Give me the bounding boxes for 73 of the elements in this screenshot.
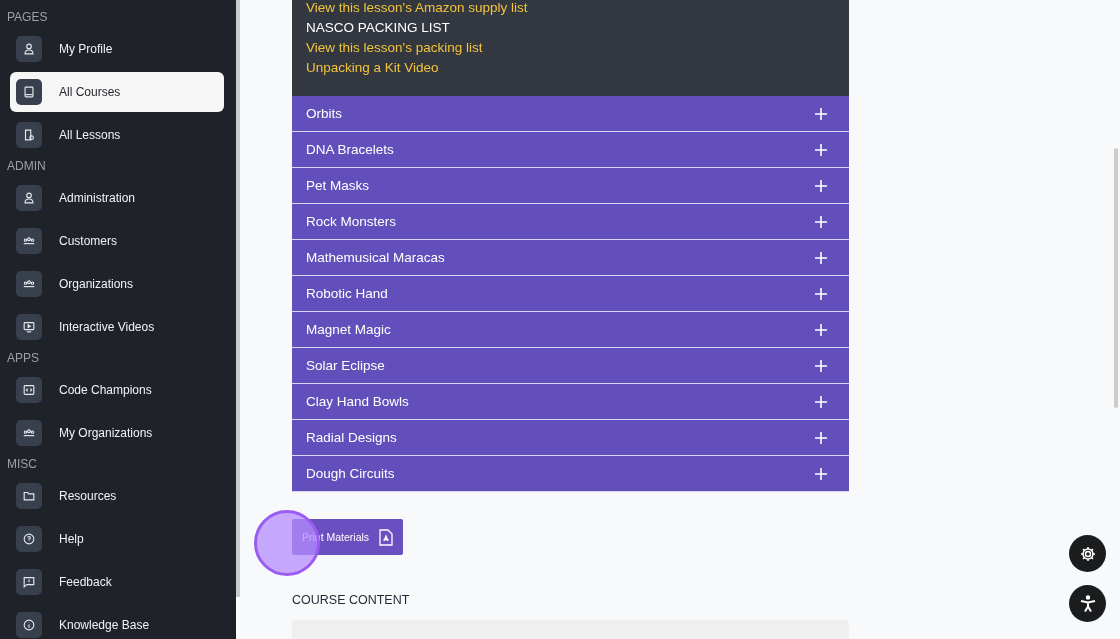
lesson-accordion[interactable]: Orbits: [292, 96, 849, 132]
lesson-title: Magnet Magic: [306, 322, 391, 337]
scrollbar[interactable]: [236, 0, 240, 597]
plus-icon: [815, 179, 827, 192]
folder-icon: [16, 483, 42, 509]
book-icon: [16, 79, 42, 105]
sidebar-section-title: PAGES: [7, 9, 49, 26]
materials-link[interactable]: View this lesson's packing list: [306, 38, 835, 58]
sidebar-item[interactable]: All Courses: [10, 72, 224, 112]
scrollbar[interactable]: [1114, 148, 1118, 408]
sidebar-item[interactable]: All Lessons: [10, 115, 224, 155]
lesson-accordion[interactable]: Mathemusical Maracas: [292, 240, 849, 276]
sidebar-section-title: APPS: [7, 350, 40, 367]
lesson-title: Mathemusical Maracas: [306, 250, 445, 265]
lesson-accordion[interactable]: DNA Bracelets: [292, 132, 849, 168]
sidebar-item[interactable]: Interactive Videos: [10, 307, 224, 347]
video-icon: [16, 314, 42, 340]
feedback-icon: [16, 569, 42, 595]
lesson-accordion[interactable]: Solar Eclipse: [292, 348, 849, 384]
sidebar-item[interactable]: Administration: [10, 178, 224, 218]
code-icon: [16, 377, 42, 403]
sidebar-item[interactable]: Knowledge Base: [10, 605, 224, 639]
lesson-title: DNA Bracelets: [306, 142, 394, 157]
lesson-title: Rock Monsters: [306, 214, 397, 229]
sidebar-item[interactable]: Help: [10, 519, 224, 559]
sidebar-item[interactable]: My Profile: [10, 29, 224, 69]
lesson-title: Solar Eclipse: [306, 358, 385, 373]
lesson-accordion[interactable]: Clay Hand Bowls: [292, 384, 849, 420]
group-icon: [16, 420, 42, 446]
lesson-title: Radial Designs: [306, 430, 397, 445]
plus-icon: [815, 107, 827, 120]
plus-icon: [815, 395, 827, 408]
pdf-file-icon: [379, 528, 394, 546]
sidebar-item[interactable]: Code Champions: [10, 370, 224, 410]
settings-button[interactable]: [1069, 535, 1106, 572]
sidebar-item[interactable]: Feedback: [10, 562, 224, 602]
lesson-title: Pet Masks: [306, 178, 370, 193]
lesson-accordion[interactable]: Dough Circuits: [292, 456, 849, 492]
plus-icon: [815, 467, 827, 480]
plus-icon: [815, 323, 827, 336]
sidebar-item[interactable]: Customers: [10, 221, 224, 261]
plus-icon: [815, 215, 827, 228]
plus-icon: [815, 359, 827, 372]
sidebar-section-title: MISC: [7, 456, 38, 473]
info-icon: [16, 612, 42, 638]
plus-icon: [815, 287, 827, 300]
materials-link[interactable]: Unpacking a Kit Video: [306, 58, 835, 78]
plus-icon: [815, 251, 827, 264]
lesson-accordion[interactable]: Pet Masks: [292, 168, 849, 204]
lesson-icon: [16, 122, 42, 148]
plus-icon: [815, 143, 827, 156]
person-icon: [16, 185, 42, 211]
lesson-accordion[interactable]: Robotic Hand: [292, 276, 849, 312]
lesson-accordion[interactable]: Radial Designs: [292, 420, 849, 456]
lesson-accordion[interactable]: Rock Monsters: [292, 204, 849, 240]
lesson-title: Orbits: [306, 106, 342, 121]
lesson-title: Clay Hand Bowls: [306, 394, 409, 409]
sidebar-item[interactable]: My Organizations: [10, 413, 224, 453]
section-heading: COURSE CONTENT: [292, 593, 411, 607]
person-icon: [16, 36, 42, 62]
materials-heading: NASCO PACKING LIST: [306, 19, 451, 37]
accessibility-button[interactable]: [1069, 585, 1106, 622]
group-icon: [16, 271, 42, 297]
lesson-accordion[interactable]: Magnet Magic: [292, 312, 849, 348]
lesson-title: Robotic Hand: [306, 286, 388, 301]
lesson-title: Dough Circuits: [306, 466, 395, 481]
sidebar-item[interactable]: Organizations: [10, 264, 224, 304]
sidebar-section-title: ADMIN: [7, 158, 47, 175]
materials-link[interactable]: View this lesson's Amazon supply list: [306, 0, 835, 18]
plus-icon: [815, 431, 827, 444]
sidebar-item[interactable]: Resources: [10, 476, 224, 516]
help-icon: [16, 526, 42, 552]
group-icon: [16, 228, 42, 254]
